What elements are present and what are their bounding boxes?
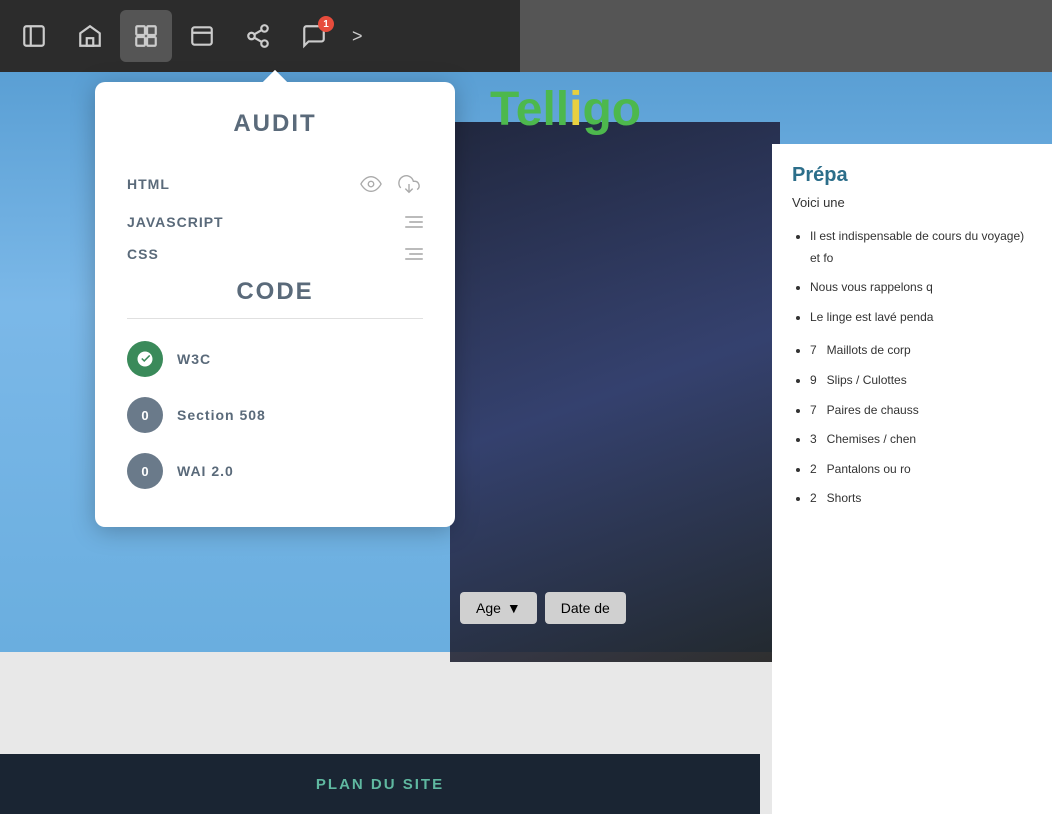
date-dropdown[interactable]: Date de <box>545 592 626 624</box>
chat-button[interactable]: 1 <box>288 10 340 62</box>
filter-dropdowns: Age ▼ Date de <box>460 592 626 624</box>
footer-bar: PLAN DU SITE <box>0 754 760 814</box>
toolbar: 1 > <box>0 0 520 72</box>
lines-icon-css[interactable] <box>405 248 423 260</box>
html-row: HTML <box>127 162 423 206</box>
html-icons <box>357 170 423 198</box>
eye-icon[interactable] <box>357 170 385 198</box>
age-dropdown[interactable]: Age ▼ <box>460 592 537 624</box>
html-label: HTML <box>127 176 170 192</box>
css-label: CSS <box>127 246 159 262</box>
chevron-down-icon: ▼ <box>507 600 521 616</box>
list-item: 7 Paires de chauss <box>810 400 1032 422</box>
audit-title: AUDIT <box>127 110 423 138</box>
figure-area <box>450 122 780 662</box>
wai-label: WAI 2.0 <box>177 463 234 479</box>
code-section-title: CODE <box>127 278 423 306</box>
telligo-logo: Telligo <box>490 82 641 137</box>
footer-text: PLAN DU SITE <box>316 776 444 793</box>
panel-arrow <box>261 70 289 84</box>
more-button[interactable]: > <box>344 26 371 47</box>
panel-subtitle: Voici une <box>792 195 1032 210</box>
list-item: 2 Pantalons ou ro <box>810 459 1032 481</box>
list-item: 9 Slips / Culottes <box>810 370 1032 392</box>
chat-badge: 1 <box>318 16 334 32</box>
css-row: CSS <box>127 238 423 270</box>
css-icons <box>405 248 423 260</box>
components-button[interactable] <box>120 10 172 62</box>
javascript-row: JAVASCRIPT <box>127 206 423 238</box>
lines-icon-js[interactable] <box>405 216 423 228</box>
javascript-icons <box>405 216 423 228</box>
w3c-item[interactable]: W3C <box>127 331 423 387</box>
section508-badge: 0 <box>127 397 163 433</box>
bullet-2: Nous vous rappelons q <box>810 277 1032 299</box>
section508-label: Section 508 <box>177 407 266 423</box>
home-button[interactable] <box>64 10 116 62</box>
list-item: 3 Chemises / chen <box>810 429 1032 451</box>
wai-item[interactable]: 0 WAI 2.0 <box>127 443 423 499</box>
sidebar-toggle-button[interactable] <box>8 10 60 62</box>
share-button[interactable] <box>232 10 284 62</box>
wai-badge: 0 <box>127 453 163 489</box>
window-button[interactable] <box>176 10 228 62</box>
panel-heading: Prépa <box>792 164 1032 187</box>
right-content-panel: Prépa Voici une Il est indispensable de … <box>772 144 1052 814</box>
list-item: 2 Shorts <box>810 488 1032 510</box>
javascript-label: JAVASCRIPT <box>127 214 224 230</box>
section508-item[interactable]: 0 Section 508 <box>127 387 423 443</box>
bullet-3: Le linge est lavé penda <box>810 307 1032 329</box>
code-divider <box>127 318 423 319</box>
cloud-download-icon[interactable] <box>395 170 423 198</box>
bullet-1: Il est indispensable de cours du voyage)… <box>810 226 1032 269</box>
w3c-label: W3C <box>177 351 211 367</box>
w3c-icon <box>127 341 163 377</box>
audit-panel: AUDIT HTML JAVASCRIPT <box>95 82 455 527</box>
list-item: 7 Maillots de corp <box>810 340 1032 362</box>
